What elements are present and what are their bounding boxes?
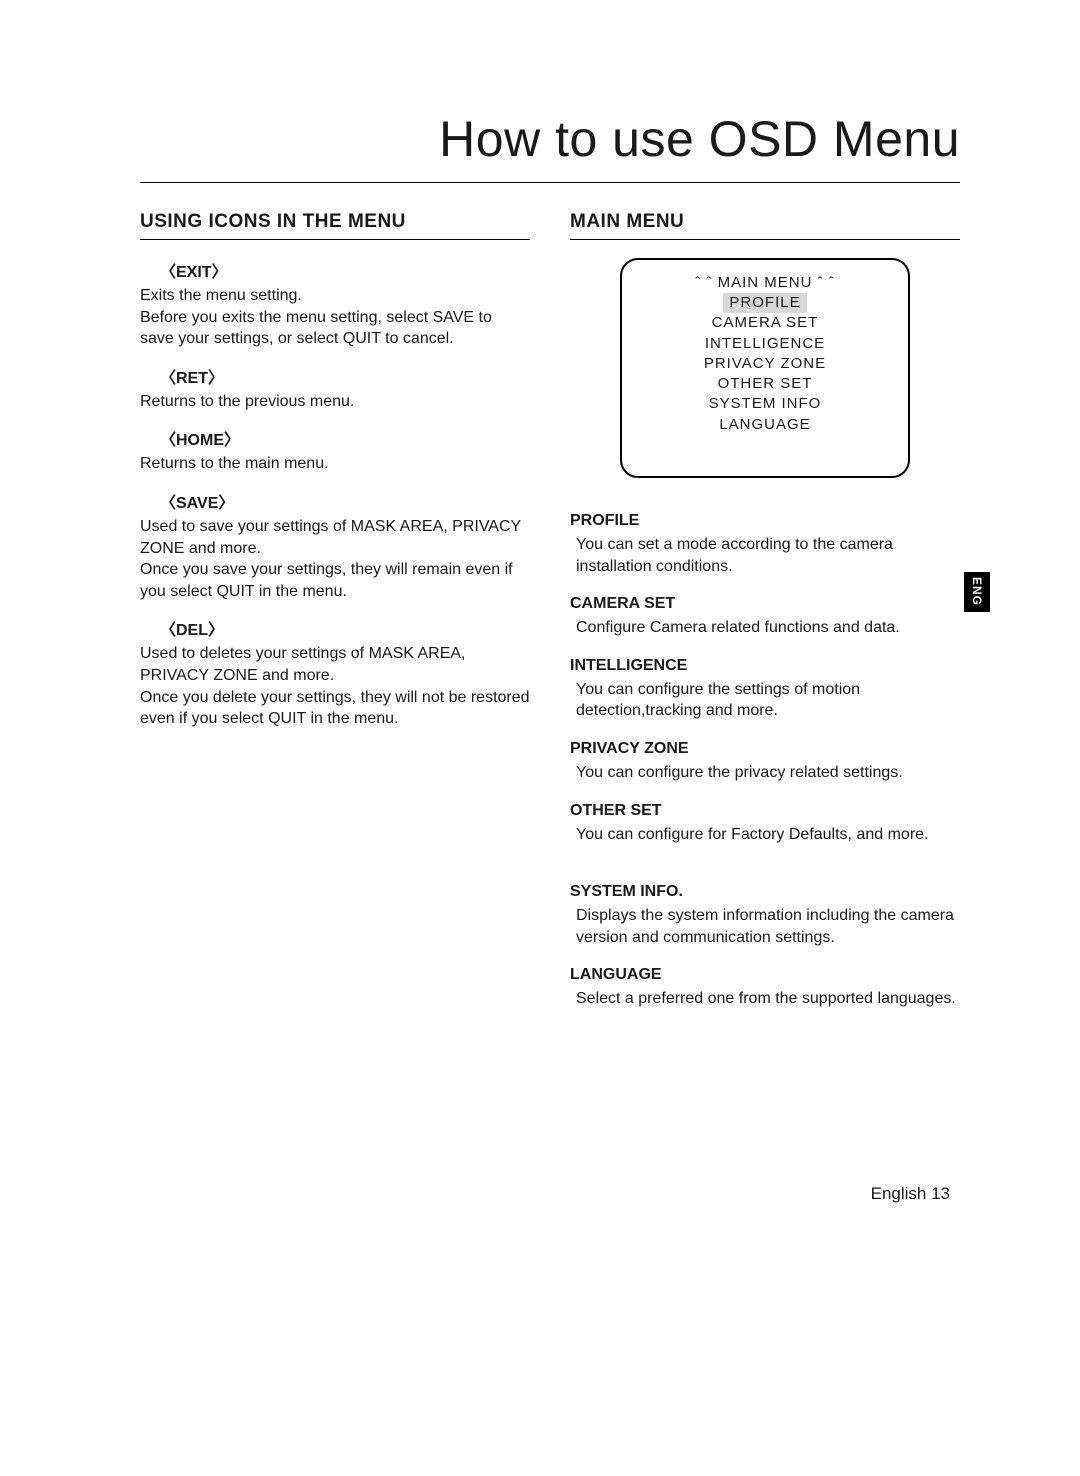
main-item-label-other: OTHER SET <box>570 802 960 820</box>
language-tab: ENG <box>964 572 990 612</box>
item-desc-home: Returns to the main menu. <box>140 453 530 475</box>
item-label-home: 〈HOME〉 <box>140 426 530 450</box>
main-item-desc-camera: Configure Camera related functions and d… <box>570 617 960 639</box>
page-title: How to use OSD Menu <box>140 110 960 183</box>
osd-menu-item: CAMERA SET <box>632 313 898 333</box>
left-column: USING ICONS IN THE MENU 〈EXIT〉 Exits the… <box>140 211 530 1014</box>
page-footer: English 13 <box>871 1184 950 1204</box>
osd-menu-title: ˆ ˆ MAIN MENU ˆ ˆ <box>632 274 898 291</box>
columns: USING ICONS IN THE MENU 〈EXIT〉 Exits the… <box>140 211 960 1014</box>
main-item-label-privacy: PRIVACY ZONE <box>570 740 960 758</box>
osd-menu-item-profile: PROFILE <box>723 293 806 313</box>
main-item-label-language: LANGUAGE <box>570 966 960 984</box>
item-label-ret: 〈RET〉 <box>140 364 530 388</box>
main-item-desc-intel: You can configure the settings of motion… <box>570 679 960 722</box>
left-heading: USING ICONS IN THE MENU <box>140 211 530 240</box>
item-desc-exit: Exits the menu setting.Before you exits … <box>140 285 530 350</box>
item-desc-del: Used to deletes your settings of MASK AR… <box>140 643 530 729</box>
main-item-desc-language: Select a preferred one from the supporte… <box>570 988 960 1010</box>
page-content: How to use OSD Menu USING ICONS IN THE M… <box>140 110 960 1014</box>
right-heading: MAIN MENU <box>570 211 960 240</box>
item-desc-save: Used to save your settings of MASK AREA,… <box>140 516 530 602</box>
item-label-save: 〈SAVE〉 <box>140 489 530 513</box>
main-item-desc-profile: You can set a mode according to the came… <box>570 534 960 577</box>
main-item-label-camera: CAMERA SET <box>570 595 960 613</box>
osd-menu-item: SYSTEM INFO <box>632 394 898 414</box>
osd-menu-item: LANGUAGE <box>632 415 898 435</box>
main-item-label-sysinfo: SYSTEM INFO. <box>570 883 960 901</box>
item-label-exit: 〈EXIT〉 <box>140 258 530 282</box>
item-desc-ret: Returns to the previous menu. <box>140 391 530 413</box>
osd-menu-item: INTELLIGENCE <box>632 334 898 354</box>
item-label-del: 〈DEL〉 <box>140 616 530 640</box>
osd-menu-box: ˆ ˆ MAIN MENU ˆ ˆ PROFILE CAMERA SET INT… <box>620 258 910 478</box>
osd-menu-item: OTHER SET <box>632 374 898 394</box>
main-item-desc-privacy: You can configure the privacy related se… <box>570 762 960 784</box>
main-item-label-intel: INTELLIGENCE <box>570 657 960 675</box>
main-item-desc-sysinfo: Displays the system information includin… <box>570 905 960 948</box>
osd-menu-item: PRIVACY ZONE <box>632 354 898 374</box>
main-item-desc-other: You can configure for Factory Defaults, … <box>570 824 960 846</box>
right-column: MAIN MENU ˆ ˆ MAIN MENU ˆ ˆ PROFILE CAME… <box>570 211 960 1014</box>
main-item-label-profile: PROFILE <box>570 512 960 530</box>
